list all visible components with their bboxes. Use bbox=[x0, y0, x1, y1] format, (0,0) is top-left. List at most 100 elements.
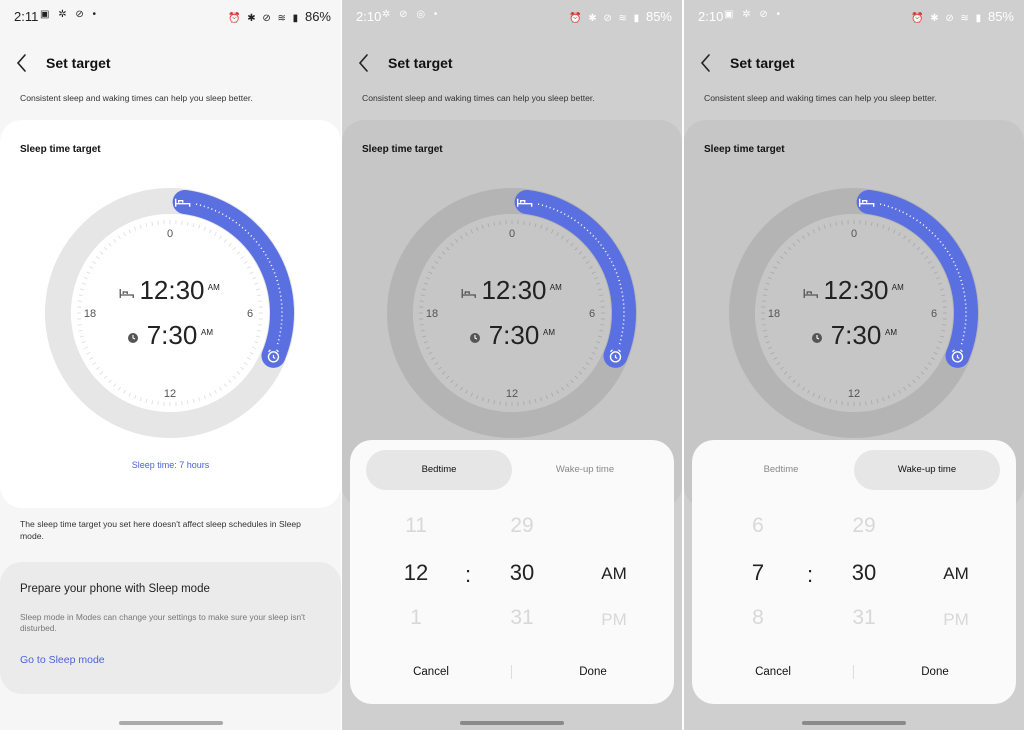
ampm-other[interactable]: PM bbox=[584, 610, 644, 630]
chevron-left-icon bbox=[700, 54, 710, 72]
minute-value[interactable]: 30 bbox=[492, 560, 552, 586]
bedtime-display-ampm: AM bbox=[892, 283, 904, 292]
hour-value[interactable]: 12 bbox=[386, 560, 446, 586]
ampm-value[interactable]: AM bbox=[926, 564, 986, 584]
clock-hour-label: 0 bbox=[851, 228, 857, 240]
system-icons: ⏰ ✱ ⊘ ≋ ▮ 85% bbox=[911, 9, 1014, 24]
clock-hour-label: 12 bbox=[848, 388, 860, 400]
page-title: Set target bbox=[46, 55, 111, 71]
time-picker-sheet: Bedtime Wake-up time 11 12 1 : 29 30 31 … bbox=[350, 440, 674, 704]
hour-next[interactable]: 1 bbox=[386, 606, 446, 630]
status-time: 2:10 bbox=[698, 9, 724, 24]
clock-tick bbox=[258, 324, 263, 326]
picker-tabs: Bedtime Wake-up time bbox=[366, 450, 658, 490]
set-target-screen: 2:11 ▣ ✲ ⊘ • ⏰ ✱ ⊘ ≋ ▮ 86% Set target Co… bbox=[0, 0, 341, 730]
card-title: Sleep time target bbox=[704, 144, 785, 155]
clock-svg: 06121812:30 AM7:30 AM bbox=[387, 188, 637, 438]
clock-hour-label: 6 bbox=[247, 308, 253, 320]
cancel-button[interactable]: Cancel bbox=[350, 660, 512, 684]
clock-svg: 06121812:30 AM7:30 AM bbox=[45, 188, 295, 438]
clock-tick bbox=[419, 300, 424, 302]
home-indicator[interactable] bbox=[118, 721, 223, 725]
minute-prev[interactable]: 29 bbox=[492, 514, 552, 538]
clock-tick bbox=[499, 220, 501, 225]
sleep-clock-dial[interactable]: 0 6 12 18 12:30 AM 7:30 AM bbox=[729, 188, 979, 438]
page-title: Set target bbox=[730, 55, 795, 71]
sleep-clock-dial[interactable]: 0 6 12 18 12:30 AM 7:30 AM bbox=[387, 188, 637, 438]
status-time: 2:11 bbox=[14, 9, 39, 24]
sleep-target-card: Sleep time target 0 6 12 18 12:30 AM 7:30 AM Sl… bbox=[0, 120, 341, 508]
hour-value[interactable]: 7 bbox=[728, 560, 788, 586]
back-button[interactable] bbox=[14, 48, 38, 78]
app-header: Set target bbox=[356, 48, 656, 78]
minute-next[interactable]: 31 bbox=[834, 606, 894, 630]
wake-display-ampm: AM bbox=[885, 328, 897, 337]
alarm-icon bbox=[128, 333, 138, 343]
go-to-sleep-mode-link[interactable]: Go to Sleep mode bbox=[20, 654, 105, 666]
bedtime-display-value: 12:30 bbox=[139, 275, 204, 305]
status-icons: ⏰ ✱ ⊘ ≋ ▮ bbox=[568, 13, 642, 24]
tab-wake-up-time[interactable]: Wake-up time bbox=[512, 450, 658, 490]
hour-prev[interactable]: 6 bbox=[728, 514, 788, 538]
notification-icons: ▣ ✲ ⊘ • bbox=[40, 9, 100, 20]
wake-display-value: 7:30 bbox=[831, 320, 882, 350]
back-button[interactable] bbox=[356, 48, 380, 78]
clock-tick bbox=[942, 324, 947, 326]
clock-tick bbox=[77, 300, 82, 302]
done-button[interactable]: Done bbox=[512, 660, 674, 684]
ampm-value[interactable]: AM bbox=[584, 564, 644, 584]
system-icons: ⏰ ✱ ⊘ ≋ ▮ 86% bbox=[228, 9, 331, 24]
notification-icons: ✲ ⊘ ◎ • bbox=[382, 9, 441, 20]
status-icons: ⏰ ✱ ⊘ ≋ ▮ bbox=[227, 13, 301, 24]
clock-tick bbox=[942, 300, 947, 302]
hour-next[interactable]: 8 bbox=[728, 606, 788, 630]
minute-next[interactable]: 31 bbox=[492, 606, 552, 630]
clock-tick bbox=[761, 324, 766, 326]
card-title: Sleep time target bbox=[20, 144, 101, 155]
alarm-icon bbox=[470, 333, 480, 343]
ampm-other[interactable]: PM bbox=[926, 610, 986, 630]
battery-level: 85% bbox=[987, 9, 1014, 24]
sheet-actions: Cancel Done bbox=[692, 660, 1016, 684]
clock-tick bbox=[841, 220, 843, 225]
status-bar: 2:10 ✲ ⊘ ◎ • ⏰ ✱ ⊘ ≋ ▮ 85% bbox=[342, 6, 682, 26]
clock-hour-label: 18 bbox=[426, 308, 438, 320]
page-subtitle: Consistent sleep and waking times can he… bbox=[704, 93, 937, 103]
status-bar: 2:10 ▣ ✲ ⊘ • ⏰ ✱ ⊘ ≋ ▮ 85% bbox=[684, 6, 1024, 26]
tab-bedtime[interactable]: Bedtime bbox=[708, 450, 854, 490]
time-wheel[interactable]: 11 12 1 : 29 30 31 AM PM bbox=[350, 510, 674, 630]
info-note: The sleep time target you set here doesn… bbox=[20, 519, 301, 541]
home-indicator[interactable] bbox=[802, 721, 906, 725]
system-icons: ⏰ ✱ ⊘ ≋ ▮ 85% bbox=[569, 9, 672, 24]
clock-tick bbox=[258, 300, 263, 302]
set-target-screen-bedtime-picker: 2:10 ✲ ⊘ ◎ • ⏰ ✱ ⊘ ≋ ▮ 85% Set target Co… bbox=[342, 0, 682, 730]
clock-face bbox=[413, 214, 611, 412]
minute-prev[interactable]: 29 bbox=[834, 514, 894, 538]
time-wheel[interactable]: 6 7 8 : 29 30 31 AM PM bbox=[692, 510, 1016, 630]
tab-bedtime[interactable]: Bedtime bbox=[366, 450, 512, 490]
sleep-mode-card: Prepare your phone with Sleep mode Sleep… bbox=[0, 562, 341, 694]
clock-tick bbox=[499, 401, 501, 406]
minute-value[interactable]: 30 bbox=[834, 560, 894, 586]
clock-hour-label: 6 bbox=[931, 308, 937, 320]
time-picker-sheet: Bedtime Wake-up time 6 7 8 : 29 30 31 AM… bbox=[692, 440, 1016, 704]
page-subtitle: Consistent sleep and waking times can he… bbox=[362, 93, 595, 103]
chevron-left-icon bbox=[358, 54, 368, 72]
clock-tick bbox=[865, 220, 867, 225]
hour-prev[interactable]: 11 bbox=[386, 514, 446, 538]
tab-wake-up-time[interactable]: Wake-up time bbox=[854, 450, 1000, 490]
back-button[interactable] bbox=[698, 48, 722, 78]
set-target-screen-wakeup-picker: 2:10 ▣ ✲ ⊘ • ⏰ ✱ ⊘ ≋ ▮ 85% Set target Co… bbox=[684, 0, 1024, 730]
clock-tick bbox=[600, 324, 605, 326]
clock-hour-label: 0 bbox=[167, 228, 173, 240]
cancel-button[interactable]: Cancel bbox=[692, 660, 854, 684]
sleep-clock-dial[interactable]: 0 6 12 18 12:30 AM 7:30 AM bbox=[45, 188, 295, 438]
time-colon: : bbox=[464, 562, 472, 587]
battery-level: 85% bbox=[645, 9, 672, 24]
home-indicator[interactable] bbox=[460, 721, 564, 725]
clock-hour-label: 6 bbox=[589, 308, 595, 320]
clock-hour-label: 0 bbox=[509, 228, 515, 240]
done-button[interactable]: Done bbox=[854, 660, 1016, 684]
clock-tick bbox=[181, 220, 183, 225]
sheet-actions: Cancel Done bbox=[350, 660, 674, 684]
